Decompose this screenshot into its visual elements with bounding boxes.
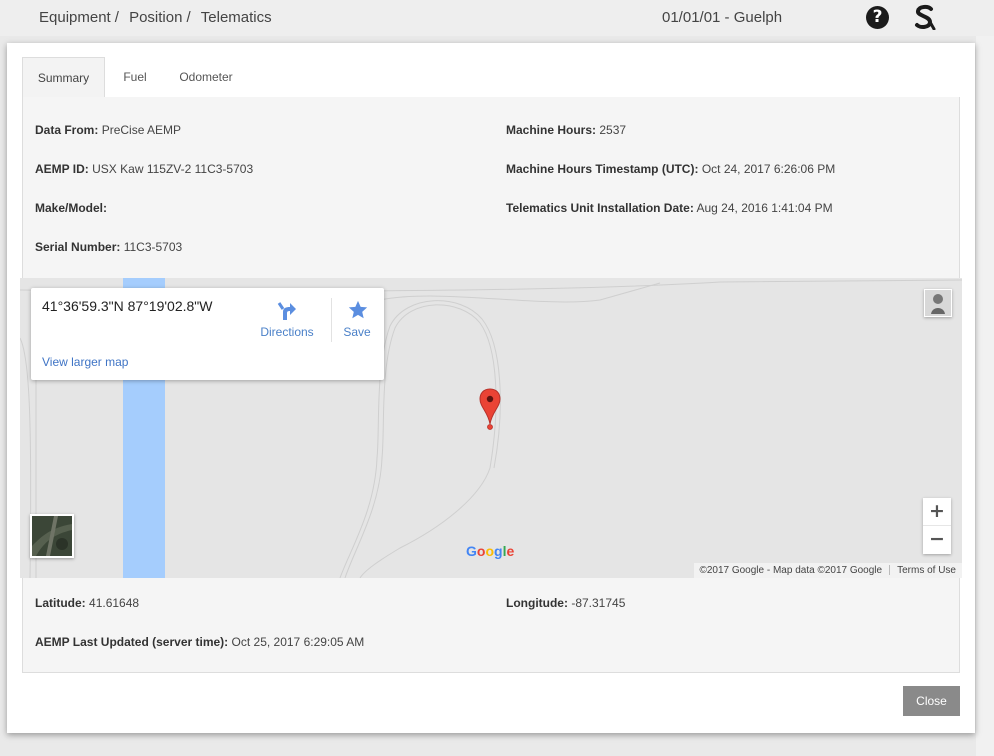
- breadcrumb-position[interactable]: Position: [129, 9, 182, 26]
- street-view-pegman-icon[interactable]: [924, 289, 952, 317]
- install-date-value: Aug 24, 2016 1:41:04 PM: [696, 201, 833, 215]
- latitude-field: Latitude: 41.61648: [35, 596, 139, 610]
- pegman-icon: [925, 290, 951, 316]
- directions-button[interactable]: Directions: [257, 298, 317, 342]
- directions-label: Directions: [260, 325, 314, 339]
- view-larger-map-link[interactable]: View larger map: [42, 355, 128, 369]
- last-updated-value: Oct 25, 2017 6:29:05 AM: [231, 635, 365, 649]
- top-bar: Equipment / Position / Telematics 01/01/01…: [0, 0, 994, 36]
- attribution-divider: [889, 565, 891, 576]
- breadcrumb: Equipment / Position / Telematics: [39, 9, 272, 26]
- serial-number-field: Serial Number: 11C3-5703: [35, 240, 182, 254]
- latitude-label: Latitude:: [35, 596, 86, 610]
- tab-summary[interactable]: Summary: [22, 57, 105, 98]
- data-from-value: PreCise AEMP: [101, 123, 182, 137]
- last-updated-label: AEMP Last Updated (server time):: [35, 635, 229, 649]
- aemp-id-value: USX Kaw 115ZV-2 11C3-5703: [92, 162, 254, 176]
- longitude-field: Longitude: -87.31745: [506, 596, 625, 610]
- save-label: Save: [343, 325, 371, 339]
- data-from-label: Data From:: [35, 123, 99, 137]
- make-model-label: Make/Model:: [35, 201, 108, 215]
- serial-number-label: Serial Number:: [35, 240, 121, 254]
- tab-fuel[interactable]: Fuel: [110, 57, 160, 97]
- longitude-label: Longitude:: [506, 596, 568, 610]
- map-attribution: ©2017 Google - Map data ©2017 Google Term…: [694, 563, 962, 578]
- longitude-value: -87.31745: [571, 596, 626, 610]
- aemp-id-field: AEMP ID: USX Kaw 115ZV-2 11C3-5703: [35, 162, 253, 176]
- breadcrumb-equipment[interactable]: Equipment: [39, 9, 111, 26]
- close-button[interactable]: Close: [903, 686, 960, 716]
- save-button[interactable]: Save: [331, 298, 382, 342]
- telematics-modal: Summary Fuel Odometer Data From: PreCise…: [7, 43, 975, 733]
- scrollbar[interactable]: [976, 36, 994, 756]
- machine-hours-field: Machine Hours: 2537: [506, 123, 626, 137]
- map-data-credit: ©2017 Google - Map data ©2017 Google: [699, 565, 883, 576]
- breadcrumb-separator: /: [186, 9, 191, 26]
- help-icon[interactable]: ?: [866, 6, 889, 29]
- zoom-out-button[interactable]: −: [923, 526, 951, 553]
- latitude-value: 41.61648: [89, 596, 140, 610]
- data-from-field: Data From: PreCise AEMP: [35, 123, 181, 137]
- star-icon: [348, 300, 368, 319]
- install-date-field: Telematics Unit Installation Date: Aug 2…: [506, 201, 833, 215]
- serial-number-value: 11C3-5703: [123, 240, 183, 254]
- hours-timestamp-value: Oct 24, 2017 6:26:06 PM: [701, 162, 836, 176]
- satellite-thumbnail-icon: [32, 516, 72, 556]
- zoom-control: + −: [923, 498, 951, 554]
- zoom-in-button[interactable]: +: [923, 498, 951, 526]
- satellite-layer-toggle[interactable]: [30, 514, 74, 558]
- summary-panel: Data From: PreCise AEMP AEMP ID: USX Kaw…: [20, 97, 962, 673]
- install-date-label: Telematics Unit Installation Date:: [506, 201, 694, 215]
- machine-hours-label: Machine Hours:: [506, 123, 597, 137]
- location-marker-icon[interactable]: [479, 388, 501, 430]
- breadcrumb-separator: /: [114, 9, 119, 26]
- hours-timestamp-label: Machine Hours Timestamp (UTC):: [506, 162, 699, 176]
- map-view[interactable]: 41°36'59.3"N 87°19'02.8"W Directions Sav…: [20, 278, 962, 578]
- tab-odometer[interactable]: Odometer: [170, 57, 242, 97]
- google-logo: Google: [466, 543, 515, 559]
- directions-icon: [277, 302, 296, 320]
- place-info-card: 41°36'59.3"N 87°19'02.8"W Directions Sav…: [31, 288, 384, 380]
- s-logo-icon[interactable]: [912, 4, 936, 30]
- breadcrumb-telematics: Telematics: [200, 9, 272, 26]
- location-label: 01/01/01 - Guelph: [662, 9, 783, 26]
- coordinates-text: 41°36'59.3"N 87°19'02.8"W: [42, 298, 213, 314]
- aemp-id-label: AEMP ID:: [35, 162, 89, 176]
- terms-of-use-link[interactable]: Terms of Use: [897, 565, 956, 576]
- machine-hours-value: 2537: [599, 123, 627, 137]
- hours-timestamp-field: Machine Hours Timestamp (UTC): Oct 24, 2…: [506, 162, 835, 176]
- tab-bar: Summary Fuel Odometer: [22, 57, 960, 98]
- make-model-field: Make/Model:: [35, 201, 107, 215]
- last-updated-field: AEMP Last Updated (server time): Oct 25,…: [35, 635, 364, 649]
